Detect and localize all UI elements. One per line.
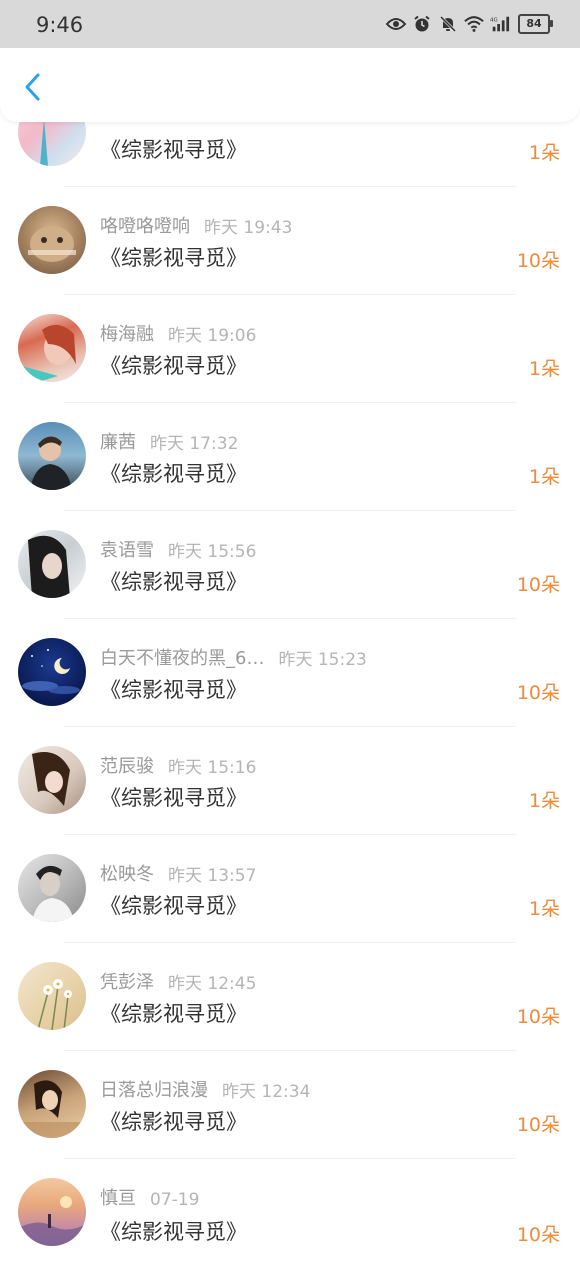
avatar [18,1070,86,1138]
send-time: 昨天 19:43 [204,218,293,238]
list-item[interactable]: 咯噔咯噔响 昨天 19:43 《综影视寻觅》 10朵 [0,188,580,296]
send-time: 昨天 15:56 [168,542,257,562]
divider [64,942,516,943]
sender-line: 日落总归浪漫 昨天 12:34 [100,1076,310,1102]
sender-name: 松映冬 [100,864,154,885]
avatar [18,854,86,922]
gift-amount: 1朵 [528,358,560,380]
book-title: 《综影视寻觅》 [100,1220,247,1244]
sender-line: 慎亘 07-19 [100,1184,199,1210]
send-time: 昨天 19:06 [168,326,257,346]
book-title: 《综影视寻觅》 [100,678,247,702]
signal-icon: 4G [490,14,510,34]
send-time: 昨天 15:23 [278,650,367,670]
book-title: 《综影视寻觅》 [100,1002,247,1026]
avatar [18,746,86,814]
svg-text:4G: 4G [490,17,498,23]
divider [64,1158,516,1159]
list-item[interactable]: 袁语雪 昨天 15:56 《综影视寻觅》 10朵 [0,512,580,620]
avatar [18,638,86,706]
sender-line: 袁语雪 昨天 15:56 [100,536,256,562]
avatar [18,962,86,1030]
list-item[interactable]: 梅海融 昨天 19:06 《综影视寻觅》 1朵 [0,296,580,404]
sender-name: 廉茜 [100,432,136,453]
back-button[interactable] [16,70,50,104]
list-item[interactable]: 松映冬 昨天 13:57 《综影视寻觅》 1朵 [0,836,580,944]
gift-amount: 1朵 [528,142,560,164]
divider [64,618,516,619]
sender-name: 日落总归浪漫 [100,1080,208,1101]
gift-amount: 10朵 [516,1224,560,1246]
divider [64,1050,516,1051]
book-title: 《综影视寻觅》 [100,246,247,270]
send-time: 昨天 12:45 [168,974,257,994]
mute-bell-icon [438,14,458,34]
avatar [18,530,86,598]
send-time: 07-19 [150,1190,200,1210]
sender-name: 袁语雪 [100,540,154,561]
send-time: 昨天 15:16 [168,758,257,778]
send-time: 昨天 13:57 [168,866,257,886]
divider [64,510,516,511]
book-title: 《综影视寻觅》 [100,138,247,162]
book-title: 《综影视寻觅》 [100,354,247,378]
wifi-icon [464,14,484,34]
sender-line: 梅海融 昨天 19:06 [100,320,256,346]
sender-name: 慎亘 [100,1188,136,1209]
list-item[interactable]: 白天不懂夜的黑_6… 昨天 15:23 《综影视寻觅》 10朵 [0,620,580,728]
divider [64,186,516,187]
list-item[interactable]: 范辰骏 昨天 15:16 《综影视寻觅》 1朵 [0,728,580,836]
avatar [18,314,86,382]
avatar [18,206,86,274]
gift-amount: 1朵 [528,898,560,920]
book-title: 《综影视寻觅》 [100,1110,247,1134]
sender-name: 梅海融 [100,324,154,345]
list-item[interactable]: 凭彭泽 昨天 12:45 《综影视寻觅》 10朵 [0,944,580,1052]
sender-line: 凭彭泽 昨天 12:45 [100,968,256,994]
sender-line: 廉茜 昨天 17:32 [100,428,238,454]
eye-icon [386,14,406,34]
send-time: 昨天 17:32 [150,434,239,454]
chevron-left-icon [25,73,40,101]
sender-name: 凭彭泽 [100,972,154,993]
send-time: 昨天 12:34 [222,1082,311,1102]
gift-amount: 10朵 [516,1006,560,1028]
status-bar: 9:46 4G 84 [0,0,580,48]
list-item[interactable]: 日落总归浪漫 昨天 12:34 《综影视寻觅》 10朵 [0,1052,580,1160]
list-item[interactable]: 廉茜 昨天 17:32 《综影视寻觅》 1朵 [0,404,580,512]
avatar [18,1178,86,1246]
divider [64,294,516,295]
book-title: 《综影视寻觅》 [100,786,247,810]
gift-amount: 10朵 [516,250,560,272]
battery-indicator: 84 [518,14,553,34]
sender-line: 咯噔咯噔响 昨天 19:43 [100,212,292,238]
book-title: 《综影视寻觅》 [100,462,247,486]
gift-amount: 1朵 [528,790,560,812]
book-title: 《综影视寻觅》 [100,570,247,594]
sender-line: 白天不懂夜的黑_6… 昨天 15:23 [100,644,367,670]
sender-line: 松映冬 昨天 13:57 [100,860,256,886]
book-title: 《综影视寻觅》 [100,894,247,918]
alarm-icon [412,14,432,34]
list-item[interactable]: 慎亘 07-19 《综影视寻觅》 10朵 [0,1160,580,1268]
status-time: 9:46 [36,13,84,37]
sender-name: 咯噔咯噔响 [100,216,190,237]
sender-name: 白天不懂夜的黑_6… [100,648,265,669]
divider [64,834,516,835]
divider [64,402,516,403]
status-icons: 4G 84 [386,14,553,34]
sender-line: 范辰骏 昨天 15:16 [100,752,256,778]
gift-amount: 10朵 [516,1114,560,1136]
gift-amount: 10朵 [516,682,560,704]
top-nav-bar [0,48,580,122]
divider [64,726,516,727]
gift-amount: 1朵 [528,466,560,488]
avatar [18,422,86,490]
sender-name: 范辰骏 [100,756,154,777]
gift-amount: 10朵 [516,574,560,596]
